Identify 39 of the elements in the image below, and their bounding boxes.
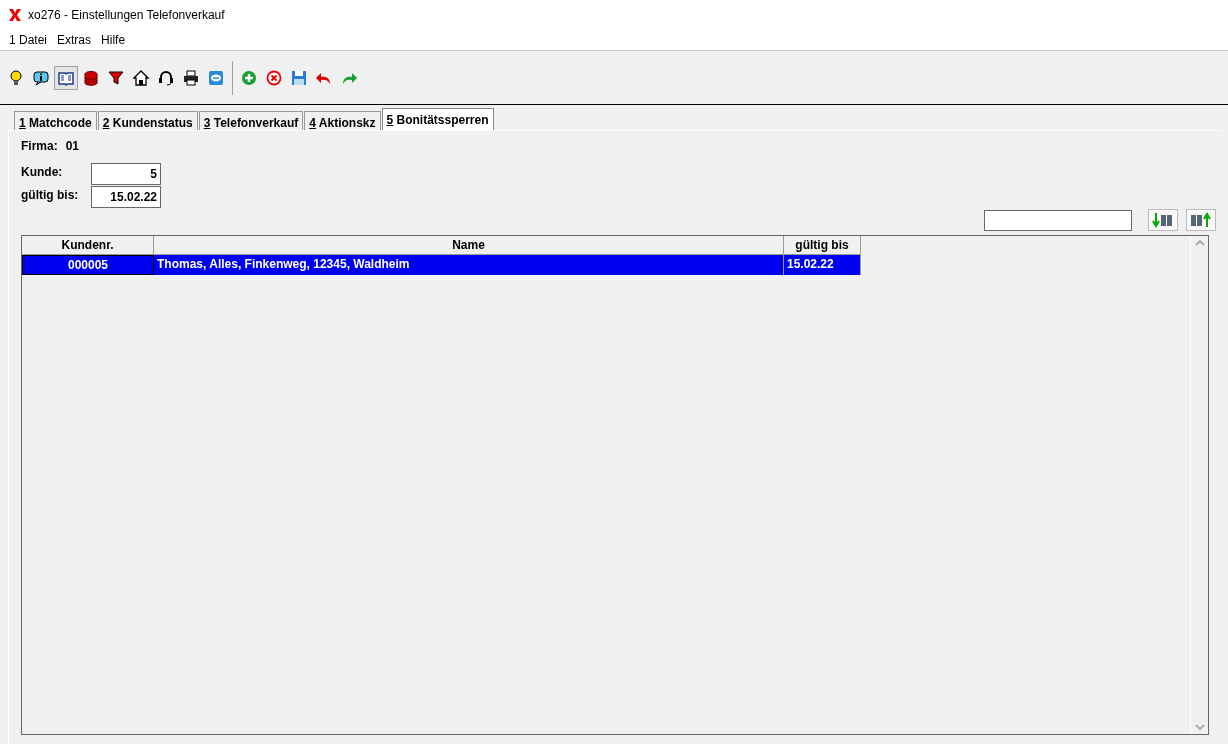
table-cell[interactable]: 15.02.22 xyxy=(784,255,861,275)
field-label: gültig bis: xyxy=(21,187,80,204)
remote-control-icon xyxy=(208,69,224,86)
field-label: Kunde: xyxy=(21,164,64,181)
tab[interactable]: 3 Telefonverkauf xyxy=(198,111,304,130)
house-icon xyxy=(133,69,149,86)
app-logo-icon xyxy=(8,8,22,22)
binoculars-up-icon xyxy=(1189,211,1213,229)
column-header[interactable]: Kundenr. xyxy=(22,236,154,255)
coin-stack-icon xyxy=(83,69,99,86)
menu-item[interactable]: 1 Datei xyxy=(4,31,53,49)
bulb-icon xyxy=(8,69,24,86)
firma-label: Firma: xyxy=(21,138,58,155)
window-title: xo276 - Einstellungen Telefonverkauf xyxy=(28,7,225,24)
input-field[interactable]: 5 xyxy=(91,163,161,185)
info-icon xyxy=(33,69,49,86)
printer-icon xyxy=(183,69,199,86)
input-field[interactable]: 15.02.22 xyxy=(91,186,161,208)
menu-item[interactable]: Hilfe xyxy=(96,31,131,49)
tab[interactable]: 1 Matchcode xyxy=(14,111,97,130)
tab[interactable]: 2 Kundenstatus xyxy=(97,111,198,130)
menu-item[interactable]: Extras xyxy=(52,31,97,49)
delete-icon xyxy=(266,69,282,86)
binoculars-down-icon xyxy=(1151,211,1175,229)
save-icon xyxy=(291,69,307,86)
search-field[interactable] xyxy=(984,209,1132,231)
book-icon xyxy=(58,69,74,86)
add-icon xyxy=(241,69,257,86)
table-cell[interactable]: Thomas, Alles, Finkenweg, 12345, Waldheim xyxy=(154,255,784,275)
column-header[interactable]: gültig bis xyxy=(784,236,861,255)
table-cell[interactable]: 000005 xyxy=(22,255,154,275)
tab[interactable]: 5 Bonitätssperren xyxy=(381,108,494,130)
find-next-button[interactable] xyxy=(1148,209,1178,231)
tab[interactable]: 4 Aktionskz xyxy=(304,111,381,130)
find-previous-button[interactable] xyxy=(1186,209,1216,231)
headset-icon xyxy=(158,69,174,86)
column-header[interactable]: Name xyxy=(154,236,784,255)
firma-value: 01 xyxy=(65,138,80,155)
filter-icon xyxy=(108,69,124,86)
